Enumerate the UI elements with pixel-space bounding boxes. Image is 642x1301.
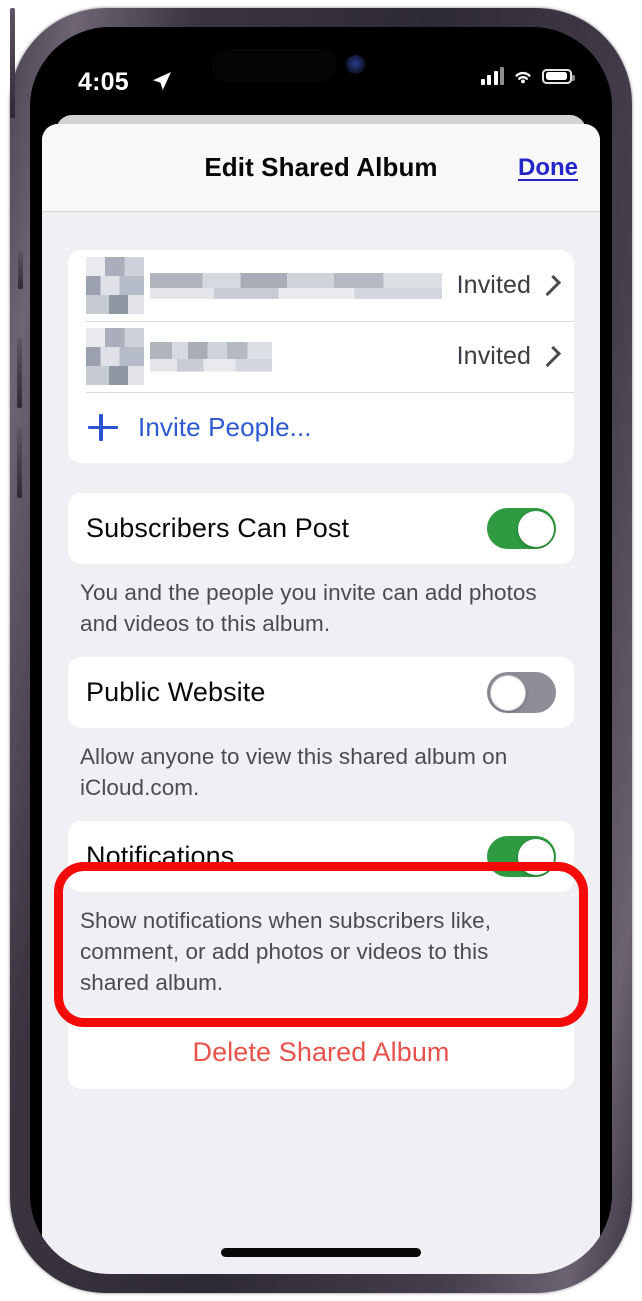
table-row[interactable]: Invited — [68, 321, 574, 392]
public-website-row[interactable]: Public Website — [68, 657, 574, 728]
status-time: 4:05 — [78, 68, 129, 96]
public-website-note: Allow anyone to view this shared album o… — [80, 744, 508, 800]
sheet-header: Edit Shared Album Done — [42, 124, 600, 212]
public-website-group: Public Website — [68, 657, 574, 728]
public-website-label: Public Website — [86, 677, 266, 707]
chevron-right-icon — [539, 274, 562, 297]
phone-screen: 4:05 Edit Shared Album Done Invited Invi… — [30, 27, 612, 1274]
invite-status: Invited — [456, 342, 531, 370]
delete-shared-album-group: Delete Shared Album — [68, 1016, 574, 1089]
edit-shared-album-sheet: Edit Shared Album Done Invited Invited I… — [42, 124, 600, 1274]
plus-icon — [86, 411, 120, 445]
chevron-right-icon — [539, 345, 562, 368]
screenshot-canvas: 4:05 Edit Shared Album Done Invited Invi… — [0, 0, 642, 1301]
notifications-toggle[interactable] — [487, 836, 556, 877]
contact-name-redacted — [150, 341, 272, 372]
battery-icon — [542, 68, 575, 84]
done-button[interactable]: Done — [518, 154, 578, 182]
invite-people-button[interactable]: Invite People... — [68, 392, 574, 463]
invite-people-label: Invite People... — [138, 412, 312, 442]
notifications-row[interactable]: Notifications — [68, 821, 574, 892]
public-website-toggle[interactable] — [487, 672, 556, 713]
wifi-icon — [515, 71, 531, 84]
page-title: Edit Shared Album — [204, 152, 438, 182]
notifications-label: Notifications — [86, 841, 235, 871]
subscribers-can-post-group: Subscribers Can Post — [68, 493, 574, 564]
delete-shared-album-button[interactable]: Delete Shared Album — [68, 1016, 574, 1089]
avatar — [86, 327, 144, 386]
phone-frame: 4:05 Edit Shared Album Done Invited Invi… — [10, 8, 632, 1293]
mute-switch[interactable] — [18, 251, 23, 289]
table-row[interactable]: Invited — [68, 250, 574, 321]
notifications-group: Notifications — [68, 821, 574, 892]
power-button[interactable] — [10, 8, 15, 118]
home-indicator[interactable] — [221, 1248, 421, 1257]
cellular-bars-icon — [480, 67, 504, 85]
notifications-note: Show notifications when subscribers like… — [80, 908, 491, 995]
avatar — [86, 256, 144, 315]
contact-name-redacted — [150, 272, 442, 299]
front-camera-icon — [346, 55, 365, 74]
invite-status: Invited — [456, 271, 531, 299]
location-arrow-icon — [153, 72, 171, 90]
delete-shared-album-label: Delete Shared Album — [192, 1037, 450, 1067]
people-group: Invited Invited Invite People... — [68, 250, 574, 463]
subscribers-can-post-label: Subscribers Can Post — [86, 513, 350, 543]
dynamic-island — [211, 49, 337, 82]
status-indicators — [480, 67, 575, 85]
volume-up-button[interactable] — [17, 338, 22, 408]
phone-bezel: 4:05 Edit Shared Album Done Invited Invi… — [30, 27, 612, 1274]
subscribers-can-post-row[interactable]: Subscribers Can Post — [68, 493, 574, 564]
status-bar: 4:05 — [30, 27, 612, 113]
volume-down-button[interactable] — [17, 428, 22, 498]
sheet-body: Invited Invited Invite People... Subscri… — [42, 212, 600, 1274]
subscribers-can-post-toggle[interactable] — [487, 508, 556, 549]
subscribers-can-post-note: You and the people you invite can add ph… — [80, 580, 537, 636]
